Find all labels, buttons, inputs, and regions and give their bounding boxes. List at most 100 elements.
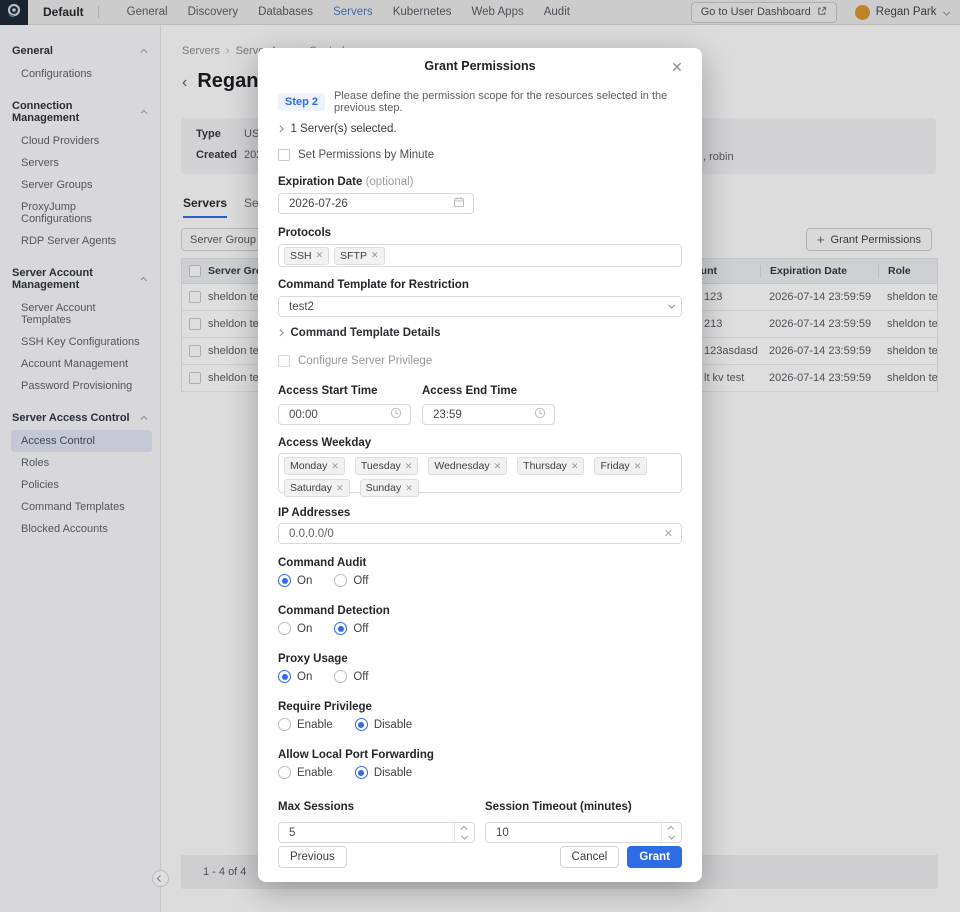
previous-button[interactable]: Previous [278, 846, 347, 868]
clear-icon[interactable]: ✕ [664, 527, 673, 540]
stepper-up-icon[interactable] [668, 826, 674, 832]
radio-command-detection-on[interactable] [278, 622, 291, 635]
set-permissions-by-minute-label: Set Permissions by Minute [298, 149, 434, 161]
grant-permissions-modal: Grant Permissions ✕ Step 2 Please define… [258, 48, 702, 882]
remove-tag-icon[interactable]: ✕ [331, 461, 339, 472]
session-timeout-value: 10 [496, 827, 655, 839]
number-stepper[interactable] [454, 823, 474, 842]
radio-require-privilege-disable[interactable] [355, 718, 368, 731]
radio-proxy-usage-off[interactable] [334, 670, 347, 683]
remove-tag-icon[interactable]: ✕ [336, 483, 344, 494]
radio-command-audit-on[interactable] [278, 574, 291, 587]
protocols-label: Protocols [278, 227, 682, 239]
expiration-date-label-text: Expiration Date [278, 176, 362, 188]
radio-label[interactable]: Enable [297, 767, 333, 779]
access-weekday-label: Access Weekday [278, 437, 682, 449]
max-sessions-col: Max Sessions 5 [278, 797, 475, 843]
remove-tag-icon[interactable]: ✕ [405, 461, 413, 472]
servers-selected-toggle[interactable]: 1 Server(s) selected. [278, 123, 682, 135]
remove-tag-icon[interactable]: ✕ [571, 461, 579, 472]
radio-label[interactable]: Off [353, 623, 368, 635]
remove-tag-icon[interactable]: ✕ [316, 250, 324, 261]
command-template-details-toggle[interactable]: Command Template Details [278, 327, 682, 339]
remove-tag-icon[interactable]: ✕ [405, 483, 413, 494]
weekday-tag-label: Friday [600, 460, 629, 472]
access-end-col: Access End Time 23:59 [422, 385, 555, 425]
radio-label[interactable]: On [297, 623, 312, 635]
stepper-up-icon[interactable] [461, 826, 467, 832]
require-privilege-options: Enable Disable [278, 718, 682, 731]
expiration-date-input[interactable]: 2026-07-26 [278, 193, 474, 214]
grant-button[interactable]: Grant [627, 846, 682, 868]
session-timeout-input[interactable]: 10 [485, 822, 682, 843]
allow-local-port-forwarding-label: Allow Local Port Forwarding [278, 749, 682, 761]
session-timeout-col: Session Timeout (minutes) 10 [485, 797, 682, 843]
radio-label[interactable]: On [297, 575, 312, 587]
weekday-tag-label: Saturday [290, 482, 332, 494]
radio-proxy-usage-on[interactable] [278, 670, 291, 683]
allow-local-port-forwarding-options: Enable Disable [278, 766, 682, 779]
access-weekday-input[interactable]: Monday✕ Tuesday✕ Wednesday✕ Thursday✕ Fr… [278, 453, 682, 493]
command-detection-options: On Off [278, 622, 682, 635]
number-stepper[interactable] [661, 823, 681, 842]
access-start-input[interactable]: 00:00 [278, 404, 411, 425]
proxy-usage-label: Proxy Usage [278, 653, 682, 665]
ip-addresses-input[interactable]: 0.0.0.0/0 ✕ [278, 523, 682, 544]
radio-label[interactable]: On [297, 671, 312, 683]
radio-label[interactable]: Off [353, 671, 368, 683]
close-icon[interactable]: ✕ [668, 58, 686, 76]
access-end-value: 23:59 [433, 409, 534, 421]
stepper-down-icon[interactable] [461, 833, 467, 839]
expiration-date-label: Expiration Date (optional) [278, 176, 682, 188]
expiration-date-optional: (optional) [366, 176, 414, 188]
radio-label[interactable]: Disable [374, 719, 412, 731]
radio-port-forwarding-disable[interactable] [355, 766, 368, 779]
configure-server-privilege-checkbox[interactable] [278, 355, 290, 367]
set-permissions-by-minute-row[interactable]: Set Permissions by Minute [278, 149, 682, 161]
modal-footer: Previous Cancel Grant [278, 846, 682, 868]
radio-port-forwarding-enable[interactable] [278, 766, 291, 779]
command-template-select[interactable]: test2 [278, 296, 682, 317]
access-start-col: Access Start Time 00:00 [278, 385, 411, 425]
modal-title: Grant Permissions [278, 59, 682, 73]
remove-tag-icon[interactable]: ✕ [634, 461, 642, 472]
clock-icon [390, 407, 402, 422]
max-sessions-label: Max Sessions [278, 801, 354, 813]
proxy-usage-options: On Off [278, 670, 682, 683]
protocol-tag-ssh: SSH ✕ [284, 247, 329, 265]
weekday-tag-label: Tuesday [361, 460, 401, 472]
remove-tag-icon[interactable]: ✕ [494, 461, 502, 472]
ip-addresses-label: IP Addresses [278, 507, 682, 519]
access-time-row: Access Start Time 00:00 Access End Time … [278, 385, 682, 425]
radio-command-audit-off[interactable] [334, 574, 347, 587]
remove-tag-icon[interactable]: ✕ [371, 250, 379, 261]
command-template-details-label: Command Template Details [291, 327, 441, 339]
command-detection-label: Command Detection [278, 605, 682, 617]
stepper-down-icon[interactable] [668, 833, 674, 839]
radio-label[interactable]: Off [353, 575, 368, 587]
configure-server-privilege-label: Configure Server Privilege [298, 355, 432, 367]
protocol-tag-label: SSH [290, 250, 312, 262]
access-end-label: Access End Time [422, 385, 555, 397]
require-privilege-label: Require Privilege [278, 701, 682, 713]
weekday-tag-label: Monday [290, 460, 327, 472]
radio-require-privilege-enable[interactable] [278, 718, 291, 731]
protocol-tag-label: SFTP [340, 250, 367, 262]
calendar-icon [453, 196, 465, 211]
set-permissions-by-minute-checkbox[interactable] [278, 149, 290, 161]
sessions-row: Max Sessions 5 Session Timeout (minutes)… [278, 797, 682, 843]
access-end-input[interactable]: 23:59 [422, 404, 555, 425]
radio-label[interactable]: Disable [374, 767, 412, 779]
chevron-right-icon [277, 330, 283, 336]
protocols-input[interactable]: SSH ✕ SFTP ✕ [278, 244, 682, 267]
step-description: Please define the permission scope for t… [334, 90, 682, 114]
chevron-right-icon [277, 126, 283, 132]
radio-command-detection-off[interactable] [334, 622, 347, 635]
max-sessions-input[interactable]: 5 [278, 822, 475, 843]
command-audit-label: Command Audit [278, 557, 682, 569]
configure-server-privilege-row[interactable]: Configure Server Privilege [278, 355, 682, 367]
radio-label[interactable]: Enable [297, 719, 333, 731]
expiration-date-value: 2026-07-26 [289, 198, 453, 210]
cancel-button[interactable]: Cancel [560, 846, 620, 868]
session-timeout-label: Session Timeout (minutes) [485, 801, 632, 813]
